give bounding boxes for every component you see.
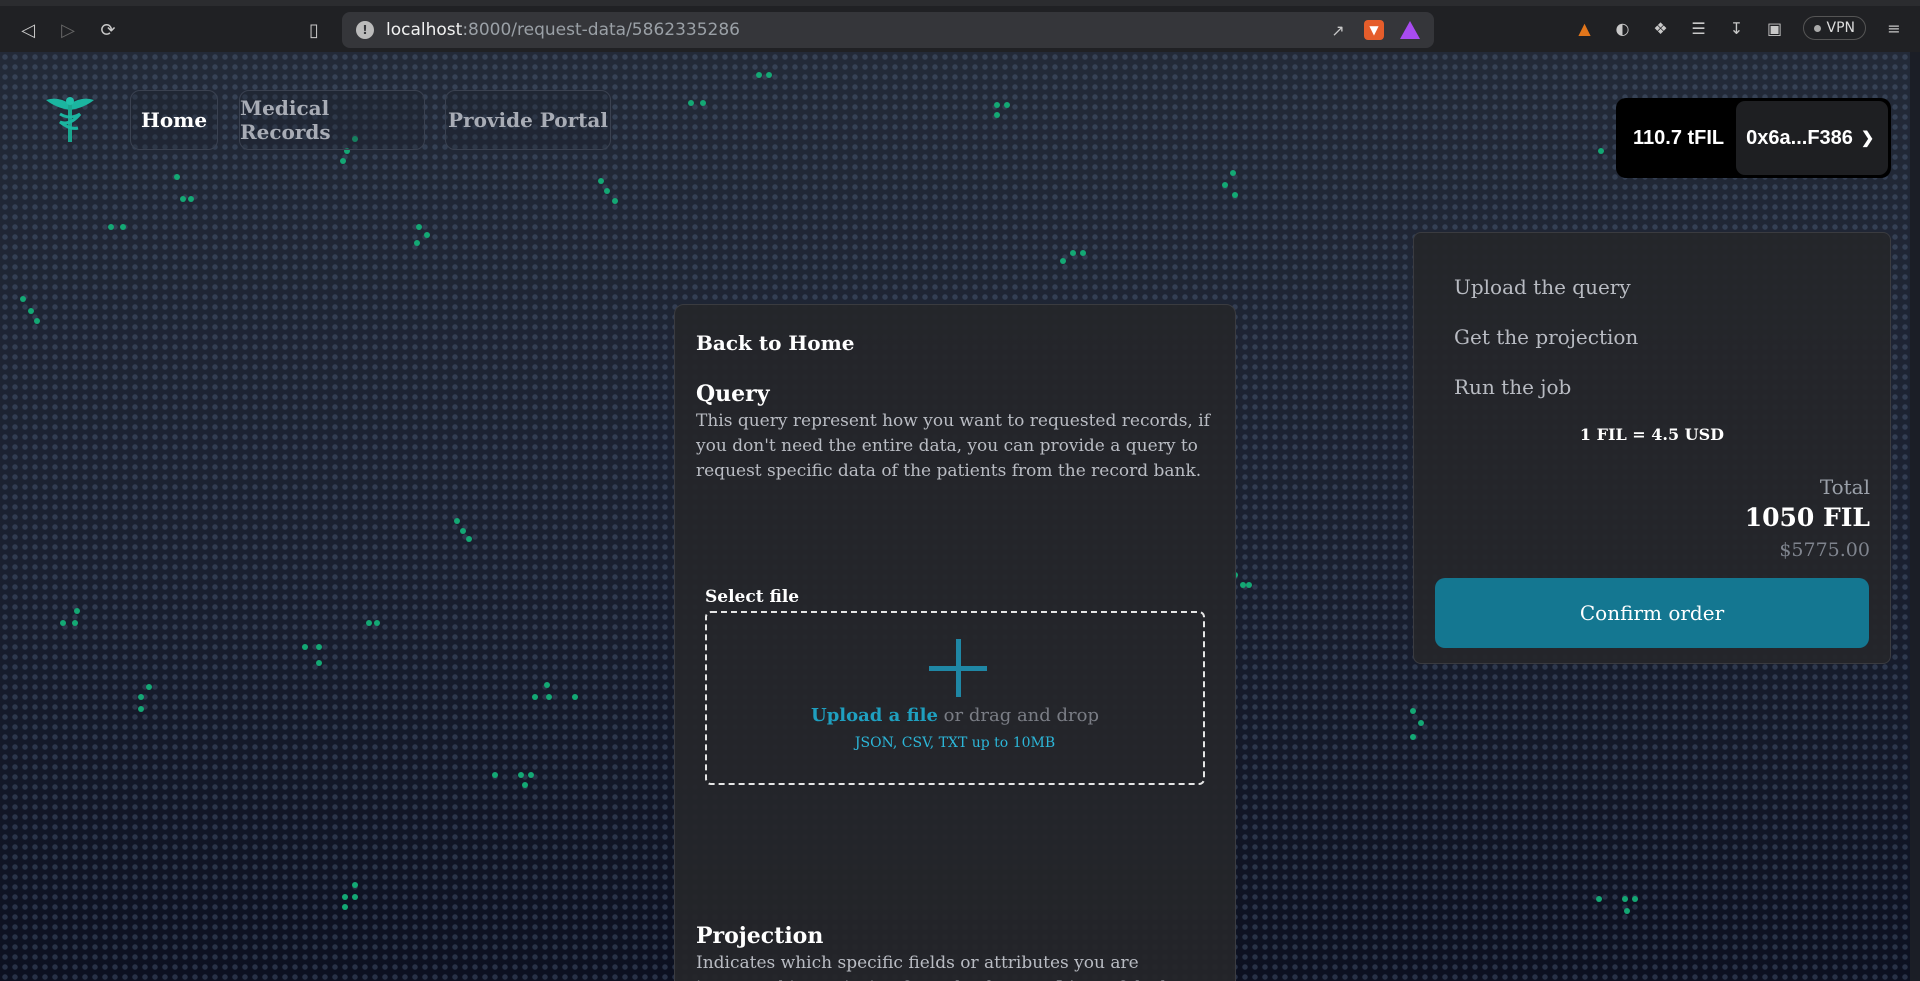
- forward-arrow-icon[interactable]: ▷: [54, 16, 82, 44]
- nav-provide-portal[interactable]: Provide Portal: [445, 90, 611, 150]
- url-path: :8000/request-data/5862335286: [462, 20, 740, 40]
- step-get-projection: Get the projection: [1454, 325, 1639, 349]
- address-bar[interactable]: ! localhost:8000/request-data/5862335286…: [342, 12, 1434, 48]
- total-usd: $5775.00: [1779, 539, 1870, 561]
- caduceus-logo-icon[interactable]: [44, 92, 96, 144]
- step-run-job: Run the job: [1454, 375, 1572, 399]
- file-dropzone[interactable]: Upload a file or drag and drop JSON, CSV…: [705, 611, 1205, 785]
- account-button[interactable]: 0x6a...F386 ❯: [1736, 101, 1888, 175]
- nav-home[interactable]: Home: [130, 90, 218, 150]
- menu-icon[interactable]: ≡: [1884, 18, 1904, 38]
- select-file-label: Select file: [705, 587, 800, 607]
- upload-file-link[interactable]: Upload a file: [811, 705, 938, 726]
- vpn-button[interactable]: VPN: [1802, 16, 1866, 40]
- url-host: localhost: [386, 20, 463, 40]
- confirm-order-button[interactable]: Confirm order: [1435, 578, 1869, 648]
- query-title: Query: [696, 381, 770, 407]
- brave-shield-icon[interactable]: ▼: [1364, 20, 1384, 40]
- drag-drop-text: or drag and drop: [937, 705, 1099, 726]
- vpn-status-dot: [1813, 24, 1821, 32]
- order-summary-panel: Upload the query Get the projection Run …: [1413, 232, 1891, 664]
- browser-toolbar: ◁ ▷ ⟳ ▯ ! localhost:8000/request-data/58…: [0, 0, 1920, 52]
- reload-icon[interactable]: ⟳: [94, 16, 122, 44]
- projection-description: Indicates which specific fields or attri…: [696, 953, 1193, 981]
- total-label: Total: [1819, 475, 1870, 499]
- nav-provide-portal-label: Provide Portal: [448, 108, 608, 132]
- playlist-icon[interactable]: ☰: [1689, 18, 1709, 38]
- file-type-hint: JSON, CSV, TXT up to 10MB: [854, 735, 1056, 751]
- step-upload-query: Upload the query: [1454, 275, 1631, 299]
- nav-medical-records-label: Medical Records: [240, 96, 331, 144]
- query-description: This query represent how you want to req…: [696, 411, 1210, 481]
- nav-home-label: Home: [140, 108, 208, 132]
- account-address: 0x6a...F386: [1746, 126, 1853, 149]
- exchange-rate: 1 FIL = 4.5 USD: [1579, 425, 1725, 444]
- total-fil: 1050 FIL: [1744, 503, 1870, 532]
- request-card: Back to Home Query This query represent …: [674, 304, 1236, 981]
- bookmark-icon[interactable]: ▯: [300, 16, 328, 44]
- projection-title: Projection: [696, 923, 824, 949]
- back-arrow-icon[interactable]: ◁: [14, 16, 42, 44]
- back-to-home-link[interactable]: Back to Home: [696, 331, 855, 355]
- share-icon[interactable]: ↗: [1328, 20, 1348, 40]
- wallet-balance: 110.7 tFIL: [1633, 126, 1725, 149]
- page-background: Home Medical Records Provide Portal 110.…: [0, 52, 1920, 981]
- nav-medical-records[interactable]: Medical Records: [239, 90, 425, 150]
- scrollbar[interactable]: [1910, 52, 1920, 981]
- download-icon[interactable]: ↧: [1727, 18, 1747, 38]
- metamask-icon[interactable]: ▲: [1575, 18, 1595, 38]
- chevron-down-icon: ❯: [1860, 130, 1875, 147]
- site-info-icon[interactable]: !: [356, 21, 374, 39]
- extension-circle-icon[interactable]: ◐: [1613, 18, 1633, 38]
- wallet-widget[interactable]: 110.7 tFIL 0x6a...F386 ❯: [1616, 98, 1891, 178]
- plus-icon: [929, 639, 987, 697]
- vpn-label: VPN: [1826, 20, 1856, 36]
- puzzle-extensions-icon[interactable]: ❖: [1651, 18, 1671, 38]
- brave-rewards-icon[interactable]: [1400, 21, 1420, 39]
- upload-prompt: Upload a file or drag and drop: [707, 705, 1203, 726]
- wallet-icon[interactable]: ▣: [1765, 18, 1785, 38]
